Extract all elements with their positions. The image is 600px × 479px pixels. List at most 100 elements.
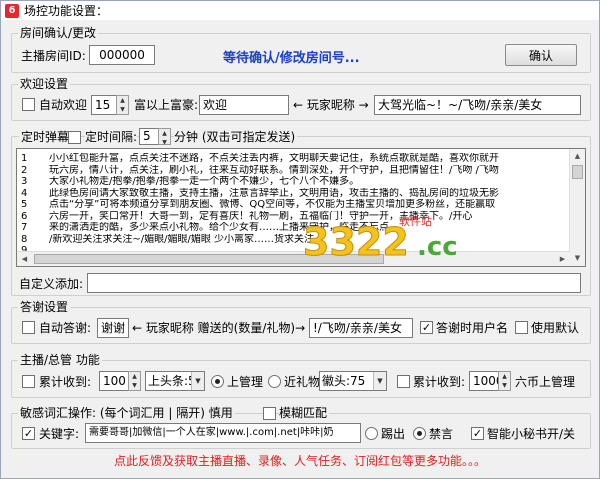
list-item-text: 玩六房，情八计，点关注，刷小礼，往来互动好联系。情到深处，开个守护，且把情留住！… — [49, 164, 499, 176]
list-item-text: 此绿色房间请大家致敬主播，支持主播，注意言辞举止，文明用语，攻击主播的、捣乱房间… — [49, 187, 499, 199]
accum-label: 累计收到: — [39, 375, 92, 389]
scroll-down-icon[interactable]: ▼ — [570, 251, 585, 266]
spin-up-icon[interactable]: ▲ — [117, 96, 128, 105]
interval-input[interactable]: 5 — [139, 128, 159, 145]
check-mark-icon: ✓ — [23, 427, 34, 440]
use-name-checkbox[interactable]: ✓ — [420, 321, 433, 334]
spin-down-icon[interactable]: ▼ — [499, 381, 510, 390]
accum-input[interactable]: 100 — [99, 371, 129, 391]
vertical-scrollbar[interactable]: ▲ ▼ — [569, 149, 585, 266]
list-item-text: /新欢迎关注求关注~/媚眼/媚眼/媚眼 少小离家……货求关注 — [49, 233, 315, 245]
near-gift-radio[interactable] — [268, 375, 281, 388]
promo-link[interactable]: 点此反馈及获取主播直播、录像、人气任务、订阅红包等更多功能。。。 — [1, 453, 599, 469]
list-item[interactable]: 6 六房一开，笑口常开！大哥一到，定有喜庆！礼物一刷，五福临门！守护一开，主播幸下… — [19, 211, 564, 222]
mute-radio[interactable] — [413, 427, 426, 440]
list-item[interactable]: 8/新欢迎关注求关注~/媚眼/媚眼/媚眼 少小离家……货求关注 — [19, 234, 564, 245]
smart-secretary-checkbox[interactable]: ✓ — [471, 427, 484, 440]
welcome-arrow-text: ← 玩家昵称 → — [293, 98, 369, 112]
thanks-prefix-input[interactable]: 谢谢 — [97, 318, 129, 338]
kick-radio[interactable] — [365, 427, 378, 440]
title-bar: 6 场控功能设置： — [1, 1, 599, 20]
accum-spinner[interactable]: ▲ ▼ — [128, 371, 141, 391]
list-item[interactable]: 5 点击“分享”可将本频道分享到朋友圈、微博、QQ空间等，不仅能为主播宝贝增加更多… — [19, 199, 564, 210]
list-item-text: 来的潇洒走的酷，多少来点小礼物。给个少女有……上播来守护，临走不忘点 — [49, 222, 389, 233]
spin-down-icon[interactable]: ▼ — [129, 381, 140, 390]
list-item-text: 大家小礼物走/抱拳/抱拳/抱拳一走一个两个不嫌少，七个八个不嫌多。 — [49, 176, 360, 187]
spin-up-icon[interactable]: ▲ — [499, 372, 510, 381]
upper-combo[interactable]: 上头条:5 ▼ — [145, 371, 205, 391]
window-title: 场控功能设置： — [24, 4, 109, 18]
accum2-input[interactable]: 1000 — [469, 371, 499, 391]
thanks-suffix-input[interactable]: !/飞吻/亲亲/美女 — [309, 318, 413, 338]
scroll-left-icon[interactable]: ◀ — [17, 252, 32, 266]
upper-admin-radio[interactable] — [211, 375, 224, 388]
list-item[interactable]: 1 小小红包能升富，点点关注不迷路，不点关注丢内裤，文明聊天要记住，系统点歌就是酷… — [19, 153, 564, 164]
auto-welcome-label: 自动欢迎 — [39, 98, 88, 112]
scroll-up-icon[interactable]: ▲ — [570, 149, 585, 164]
list-item-number: 7 — [21, 222, 28, 233]
fuzzy-label: 模糊匹配 — [279, 405, 330, 421]
barrage-list[interactable]: 1 小小红包能升富，点点关注不迷路，不点关注丢内裤，文明聊天要记住，系统点歌就是酷… — [16, 148, 586, 267]
spin-up-icon[interactable]: ▲ — [129, 372, 140, 381]
auto-thanks-label: 自动答谢: — [39, 321, 92, 335]
smart-secretary-label: 智能小秘书开/关 — [487, 427, 576, 441]
keyword-input[interactable]: 需要哥哥|加微信|一个人在家|www.|.com|.net|咔咔|奶 — [85, 423, 361, 443]
accum2-spinner[interactable]: ▲ ▼ — [498, 371, 511, 391]
thanks-group-title: 答谢设置 — [18, 300, 71, 314]
room-id-label: 主播房间ID: — [21, 49, 86, 63]
spin-down-icon[interactable]: ▼ — [117, 105, 128, 114]
room-id-input[interactable]: 000000 — [89, 45, 155, 65]
list-item-text: 六房一开，笑口常开！大哥一到，定有喜庆！礼物一刷，五福临门！守护一开，主播幸下。… — [49, 210, 473, 222]
accum2-label: 累计收到: — [413, 375, 466, 389]
settings-window: 6 场控功能设置： 房间确认/更改 主播房间ID: 000000 等待确认/修改… — [0, 0, 600, 479]
list-item[interactable]: 2 玩六房，情八计，点关注，刷小礼，往来互动好联系。情到深处，开个守护，且把情留住… — [19, 165, 564, 176]
list-item[interactable]: 4 此绿色房间请大家致敬主播，支持主播，注意言辞举止，文明用语，攻击主播的、捣乱房… — [19, 188, 564, 199]
horizontal-scrollbar[interactable]: ◀ ▶ — [17, 251, 570, 266]
room-group-title: 房间确认/更改 — [18, 26, 99, 40]
interval-checkbox[interactable] — [68, 131, 81, 144]
scroll-thumb[interactable] — [572, 165, 583, 179]
custom-add-label: 自定义添加: — [19, 277, 84, 291]
admin-group-title: 主播/总管 功能 — [18, 353, 102, 367]
radio-dot-icon — [417, 431, 422, 436]
check-mark-icon: ✓ — [421, 321, 432, 334]
confirm-button[interactable]: 确认 — [505, 44, 577, 66]
use-default-checkbox[interactable] — [515, 321, 528, 334]
list-item[interactable]: 3 大家小礼物走/抱拳/抱拳/抱拳一走一个两个不嫌少，七个八个不嫌多。 — [19, 176, 564, 187]
chevron-down-icon[interactable]: ▼ — [373, 372, 386, 390]
scroll-right-icon[interactable]: ▶ — [555, 252, 570, 266]
auto-thanks-checkbox[interactable] — [22, 321, 35, 334]
interval-label: 定时间隔: — [85, 129, 138, 145]
fuzzy-checkbox[interactable] — [263, 407, 276, 420]
list-item-text: 点击“分享”可将本频道分享到朋友圈、微博、QQ空间等，不仅能为主播宝贝增加更多粉… — [49, 199, 496, 210]
welcome-level-input[interactable]: 15 — [91, 95, 117, 115]
accum-checkbox[interactable] — [22, 375, 35, 388]
spin-down-icon[interactable]: ▼ — [159, 138, 170, 147]
accum2-checkbox[interactable] — [397, 375, 410, 388]
custom-add-input[interactable] — [87, 273, 581, 293]
medal-combo[interactable]: 徽头:75 ▼ — [319, 371, 387, 391]
welcome-prefix-input[interactable]: 欢迎 — [199, 95, 289, 115]
app-logo-icon: 6 — [5, 3, 19, 18]
welcome-greeting-input[interactable]: 大驾光临~！~/飞吻/亲亲/美女 — [374, 95, 581, 115]
welcome-level-spinner[interactable]: ▲ ▼ — [116, 95, 129, 115]
thanks-arrow-text: ← 玩家昵称 赠送的(数量/礼物)→ — [132, 321, 306, 335]
interval-unit-label: 分钟 (双击可指定发送) — [174, 129, 298, 145]
list-item-text: 小小红包能升富，点点关注不迷路，不点关注丢内裤，文明聊天要记住，系统点歌就是酷，… — [49, 153, 499, 164]
chevron-down-icon[interactable]: ▼ — [191, 372, 204, 390]
list-item-number: 1 — [21, 153, 28, 164]
keyword-checkbox[interactable]: ✓ — [22, 427, 35, 440]
use-name-label: 答谢时用户名 — [436, 321, 509, 335]
list-item[interactable]: 7 来的潇洒走的酷，多少来点小礼物。给个少女有……上播来守护，临走不忘点 — [19, 222, 564, 233]
welcome-group-title: 欢迎设置 — [18, 77, 71, 91]
upper-combo-value: 上头条:5 — [148, 374, 196, 388]
interval-spinner[interactable]: ▲ ▼ — [158, 128, 171, 147]
spin-up-icon[interactable]: ▲ — [159, 129, 170, 138]
scroll-thumb[interactable] — [34, 254, 384, 264]
accum2-suffix-label: 六币上管理 — [515, 375, 576, 389]
timed-barrage-label: 定时弹幕 — [19, 129, 72, 145]
radio-dot-icon — [215, 379, 220, 384]
medal-combo-value: 徽头:75 — [322, 374, 366, 388]
auto-welcome-checkbox[interactable] — [22, 98, 35, 111]
near-gift-label: 近礼物 — [284, 375, 321, 389]
